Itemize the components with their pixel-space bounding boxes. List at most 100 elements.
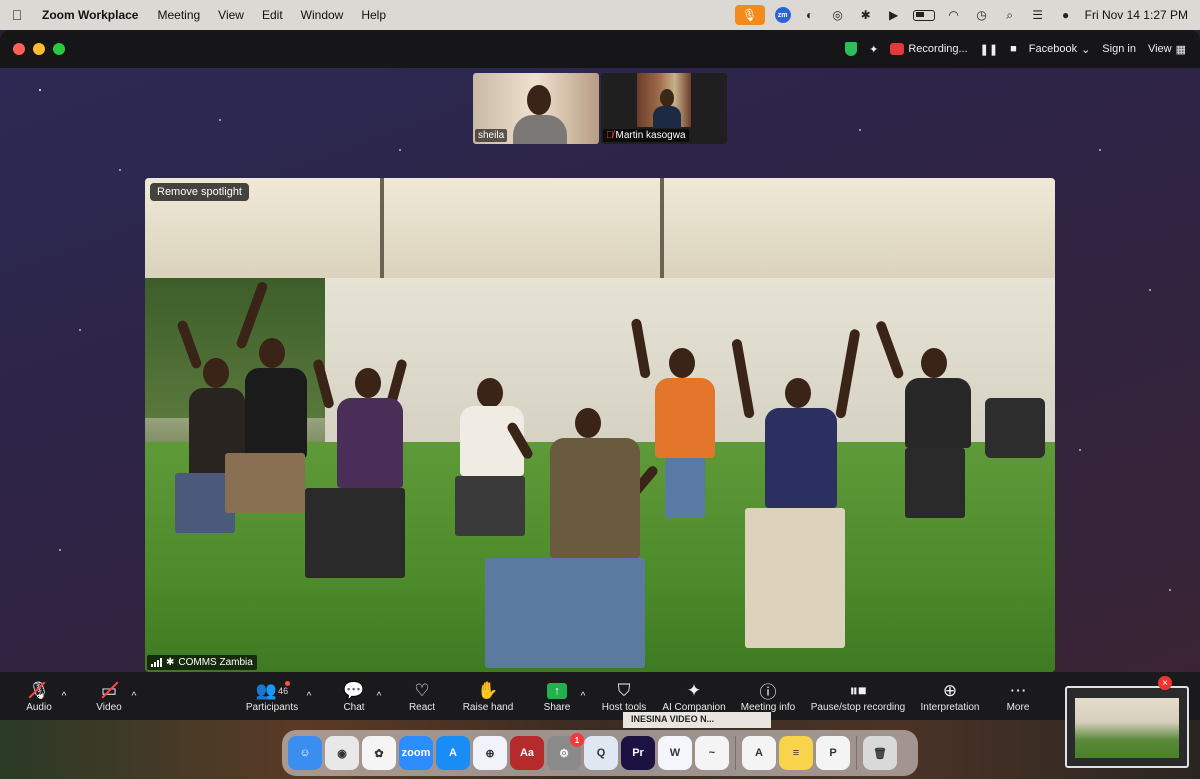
view-label: View <box>1147 43 1172 55</box>
apple-menu-icon[interactable]:  <box>0 7 34 23</box>
dock-app-zoom[interactable]: zoom <box>399 736 433 770</box>
facebook-livestream-button[interactable]: Facebook ⌄ <box>1029 43 1091 56</box>
muted-mic-icon: 🎙̸ <box>606 130 614 141</box>
control-center-icon[interactable]: ☰ <box>1029 6 1047 24</box>
sparkle-icon: ✦ <box>686 680 702 700</box>
share-options-caret[interactable]: ^ <box>576 672 590 720</box>
host-tools-label: Host tools <box>601 701 647 713</box>
globe-icon: ⊕ <box>942 680 958 700</box>
menubar-clock[interactable]: Fri Nov 14 1:27 PM <box>1085 8 1188 22</box>
background-window-title[interactable]: INESINA VIDEO N... <box>623 712 771 728</box>
wifi-icon[interactable]: ◠ <box>945 6 963 24</box>
more-button[interactable]: ⋯ More <box>1000 672 1036 720</box>
chat-button[interactable]: 💬 Chat <box>336 672 372 720</box>
dock-app-pdf-app[interactable]: P <box>816 736 850 770</box>
spotlight-search-icon[interactable]: ⌕ <box>1001 6 1019 24</box>
finder-icon: ☺ <box>299 747 311 759</box>
recording-icon <box>890 43 905 55</box>
spotlight-video[interactable]: Remove spotlight ✱ COMMS Zambia <box>145 178 1055 672</box>
pause-recording-icon[interactable]: ❚❚ <box>980 43 998 56</box>
airdrop-icon[interactable]: ◎ <box>829 6 847 24</box>
dock-app-photos[interactable]: ✿ <box>362 736 396 770</box>
heart-icon: ♡ <box>414 680 430 700</box>
now-playing-icon[interactable]: ▶ <box>885 6 903 24</box>
ai-companion-label: AI Companion <box>662 701 726 713</box>
recording-status[interactable]: Recording... <box>890 43 968 55</box>
video-participant-name: COMMS Zambia <box>178 657 253 668</box>
menu-meeting[interactable]: Meeting <box>148 8 209 22</box>
hand-icon: ✋ <box>477 680 499 700</box>
premiere-pro-icon: Pr <box>632 747 644 759</box>
tent-canopy <box>145 178 1055 288</box>
chevron-up-icon: ^ <box>580 690 586 702</box>
app-menu-zoom-workplace[interactable]: Zoom Workplace <box>34 8 148 22</box>
minimize-window-button[interactable] <box>33 43 45 55</box>
participants-label: Participants <box>245 701 299 713</box>
ai-sparkle-icon[interactable]: ✦ <box>869 43 878 56</box>
sign-in-button[interactable]: Sign in <box>1102 43 1136 55</box>
participants-options-caret[interactable]: ^ <box>302 672 316 720</box>
dock-app-premiere-pro[interactable]: Pr <box>621 736 655 770</box>
window-titlebar: ✦ Recording... ❚❚ ■ Facebook ⌄ Sign in V… <box>0 30 1200 68</box>
share-button[interactable]: ↑ Share <box>537 672 577 720</box>
participant-count: 46 <box>278 685 289 696</box>
raise-hand-button[interactable]: ✋ Raise hand <box>460 672 516 720</box>
dock-app-app-store[interactable]: A <box>436 736 470 770</box>
more-label: More <box>1006 701 1030 713</box>
pause-stop-recording-label: Pause/stop recording <box>810 701 906 713</box>
security-shield-icon[interactable] <box>845 42 858 56</box>
participant-body <box>513 115 567 144</box>
participant-tile-martin[interactable]: 🎙̸ Martin kasogwa <box>601 73 727 144</box>
screen-recording-icon[interactable]: ◐ <box>801 6 819 24</box>
video-label: Video <box>96 701 122 713</box>
react-button[interactable]: ♡ React <box>402 672 442 720</box>
video-off-icon: ▭ <box>100 680 118 700</box>
safari-icon: ⊕ <box>485 747 495 760</box>
audio-options-caret[interactable]: ^ <box>57 672 71 720</box>
dock-app-safari[interactable]: ⊕ <box>473 736 507 770</box>
livestream-label: Facebook <box>1028 43 1078 55</box>
meeting-info-label: Meeting info <box>740 701 796 713</box>
dock-app-word[interactable]: W <box>658 736 692 770</box>
video-options-caret[interactable]: ^ <box>127 672 141 720</box>
bluetooth-icon[interactable]: ✱ <box>857 6 875 24</box>
menu-edit[interactable]: Edit <box>253 8 292 22</box>
chevron-up-icon: ^ <box>306 690 312 702</box>
chat-options-caret[interactable]: ^ <box>372 672 386 720</box>
fullscreen-window-button[interactable] <box>53 43 65 55</box>
notification-badge: 1 <box>570 733 584 747</box>
preview-video <box>1075 698 1179 758</box>
audio-button[interactable]: 🎙 Audio <box>22 672 56 720</box>
dock-app-freeform[interactable]: ~ <box>695 736 729 770</box>
stop-recording-icon[interactable]: ■ <box>1010 43 1017 55</box>
microphone-in-use-icon[interactable]: 🎙 <box>734 5 765 25</box>
participant-tile-sheila[interactable]: sheila <box>473 73 599 144</box>
dock-app-acrobat[interactable]: A <box>742 736 776 770</box>
participants-button[interactable]: 👥 46 Participants <box>242 672 302 720</box>
dock-app-chrome[interactable]: ◉ <box>325 736 359 770</box>
battery-icon[interactable] <box>912 9 935 21</box>
dock-app-notes[interactable]: ≡ <box>779 736 813 770</box>
menu-view[interactable]: View <box>209 8 253 22</box>
info-icon: ⓘ <box>759 683 777 702</box>
zoom-status-icon[interactable]: zm <box>774 7 791 23</box>
time-machine-icon[interactable]: ◷ <box>973 6 991 24</box>
dock-app-dictionary[interactable]: Aa <box>510 736 544 770</box>
video-participant-name-tag: ✱ COMMS Zambia <box>147 655 257 670</box>
remove-spotlight-button[interactable]: Remove spotlight <box>150 183 249 201</box>
dock-app-trash[interactable]: 🗑 <box>863 736 897 770</box>
screen-share-preview-thumbnail[interactable] <box>1065 686 1189 768</box>
close-preview-icon[interactable]: × <box>1158 676 1172 690</box>
pause-stop-recording-button[interactable]: ⏸⏹ Pause/stop recording <box>808 672 908 720</box>
dock-app-system-settings[interactable]: ⚙ 1 <box>547 733 584 770</box>
view-button[interactable]: View ▦ <box>1148 43 1186 56</box>
video-button[interactable]: ▭ Video <box>91 672 127 720</box>
participant-face <box>527 85 551 115</box>
menu-window[interactable]: Window <box>292 8 353 22</box>
interpretation-button[interactable]: ⊕ Interpretation <box>916 672 984 720</box>
dock-app-finder[interactable]: ☺ <box>288 736 322 770</box>
dock-app-quicktime[interactable]: Q <box>584 736 618 770</box>
close-window-button[interactable] <box>13 43 25 55</box>
siri-icon[interactable]: ● <box>1057 6 1075 24</box>
menu-help[interactable]: Help <box>352 8 395 22</box>
